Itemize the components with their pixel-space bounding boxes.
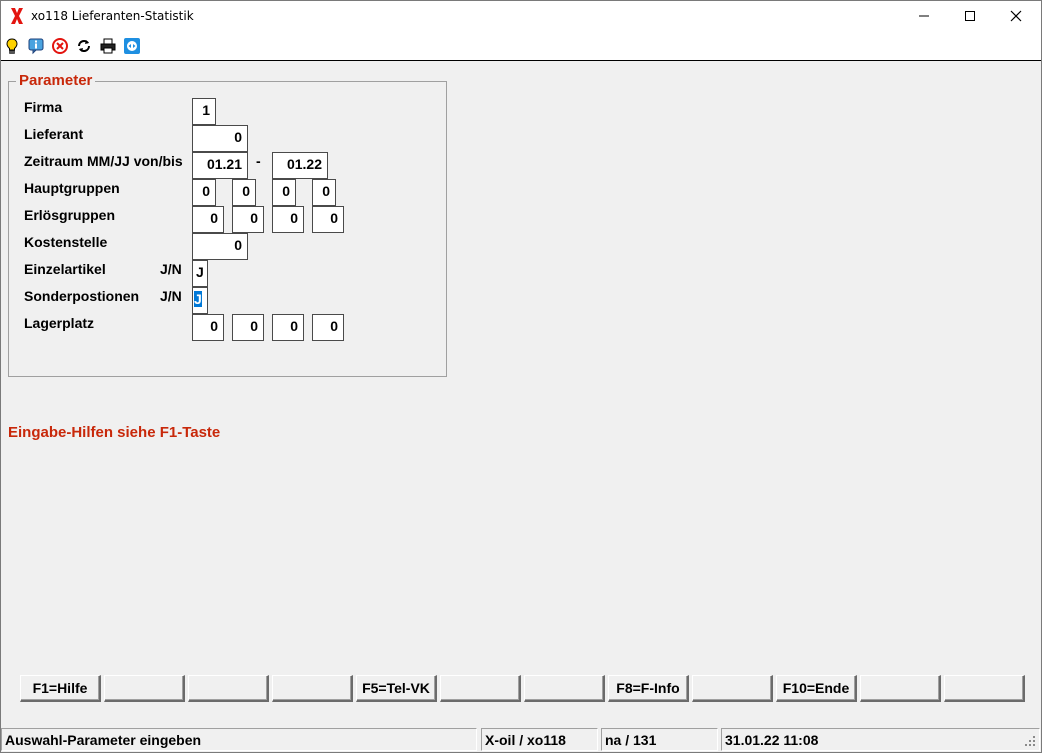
lieferant-label: Lieferant xyxy=(24,126,84,142)
lagerplatz-field-4[interactable]: 0 xyxy=(312,314,344,341)
zeitraum-label: Zeitraum MM/JJ von/bis xyxy=(24,153,183,169)
status-message: Auswahl-Parameter eingeben xyxy=(1,728,477,751)
firma-field[interactable]: 1 xyxy=(192,98,216,125)
hauptgruppen-field-1[interactable]: 0 xyxy=(192,179,216,206)
kostenstelle-field[interactable]: 0 xyxy=(192,233,248,260)
lagerplatz-field-2[interactable]: 0 xyxy=(232,314,264,341)
hauptgruppen-field-4[interactable]: 0 xyxy=(312,179,336,206)
resize-grip-icon[interactable] xyxy=(1024,735,1036,747)
lagerplatz-field-3[interactable]: 0 xyxy=(272,314,304,341)
erloesgruppen-field-4[interactable]: 0 xyxy=(312,206,344,233)
maximize-button[interactable] xyxy=(947,1,993,31)
erloesgruppen-label: Erlösgruppen xyxy=(24,207,116,223)
fkey-12[interactable] xyxy=(944,675,1025,702)
erloesgruppen-field-3[interactable]: 0 xyxy=(272,206,304,233)
zeitraum-to-field[interactable]: 01.22 xyxy=(272,152,328,179)
status-program: X-oil / xo118 xyxy=(481,728,598,751)
lagerplatz-label: Lagerplatz xyxy=(24,315,95,331)
status-user: na / 131 xyxy=(601,728,718,751)
remote-support-icon[interactable] xyxy=(123,37,141,55)
sonderpositionen-selected-text: J xyxy=(194,291,202,307)
help-hint-text: Eingabe-Hilfen siehe F1-Taste xyxy=(8,424,221,441)
fkey-5[interactable]: F5=Tel-VK xyxy=(356,675,437,702)
toolbar xyxy=(1,31,1041,61)
status-datetime: 31.01.22 11:08 xyxy=(721,728,1040,751)
close-icon xyxy=(1010,10,1022,22)
sonderpositionen-hint: J/N xyxy=(160,288,182,304)
window-title: xo118 Lieferanten-Statistik xyxy=(31,9,194,23)
maximize-icon xyxy=(965,11,975,21)
kostenstelle-label: Kostenstelle xyxy=(24,234,108,250)
fkey-9[interactable] xyxy=(692,675,773,702)
zeitraum-from-field[interactable]: 01.21 xyxy=(192,152,248,179)
einzelartikel-hint: J/N xyxy=(160,261,182,277)
einzelartikel-field[interactable]: J xyxy=(192,260,208,287)
erloesgruppen-field-2[interactable]: 0 xyxy=(232,206,264,233)
fkey-4[interactable] xyxy=(272,675,353,702)
status-datetime-text: 31.01.22 11:08 xyxy=(725,732,819,748)
fkey-10[interactable]: F10=Ende xyxy=(776,675,857,702)
einzelartikel-label: Einzelartikel xyxy=(24,261,106,277)
title-bar: xo118 Lieferanten-Statistik xyxy=(1,1,1041,31)
hauptgruppen-field-3[interactable]: 0 xyxy=(272,179,296,206)
hauptgruppen-field-2[interactable]: 0 xyxy=(232,179,256,206)
firma-label: Firma xyxy=(24,99,63,115)
fkey-1[interactable]: F1=Hilfe xyxy=(20,675,101,702)
fkey-3[interactable] xyxy=(188,675,269,702)
sonderpositionen-label: Sonderpostionen xyxy=(24,288,140,304)
fkey-6[interactable] xyxy=(440,675,521,702)
lieferant-field[interactable]: 0 xyxy=(192,125,248,152)
sonderpositionen-field[interactable]: J xyxy=(192,287,208,314)
printer-icon[interactable] xyxy=(99,37,117,55)
minimize-icon xyxy=(919,15,929,17)
lightbulb-icon[interactable] xyxy=(3,37,21,55)
fkey-8[interactable]: F8=F-Info xyxy=(608,675,689,702)
fkey-7[interactable] xyxy=(524,675,605,702)
hauptgruppen-label: Hauptgruppen xyxy=(24,180,120,196)
cancel-circle-icon[interactable] xyxy=(51,37,69,55)
parameter-legend: Parameter xyxy=(16,72,96,89)
erloesgruppen-field-1[interactable]: 0 xyxy=(192,206,224,233)
refresh-icon[interactable] xyxy=(75,37,93,55)
x-logo-icon xyxy=(11,8,23,24)
lagerplatz-field-1[interactable]: 0 xyxy=(192,314,224,341)
zeitraum-separator: - xyxy=(256,153,261,169)
minimize-button[interactable] xyxy=(901,1,947,31)
fkey-2[interactable] xyxy=(104,675,185,702)
close-button[interactable] xyxy=(993,1,1039,31)
fkey-11[interactable] xyxy=(860,675,941,702)
info-icon[interactable] xyxy=(27,37,45,55)
